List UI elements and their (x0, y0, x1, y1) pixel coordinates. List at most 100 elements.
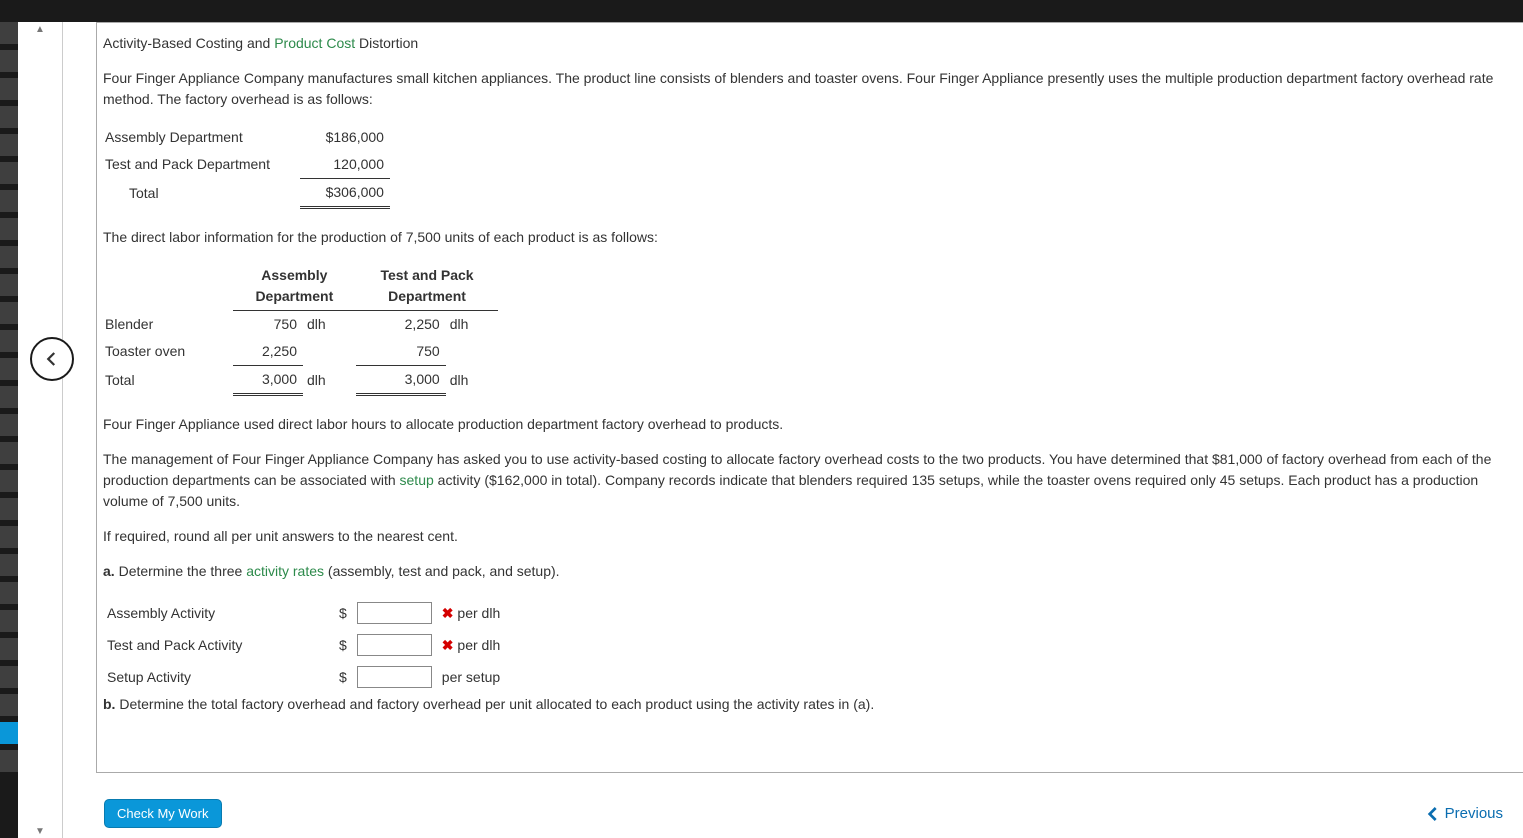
glossary-link[interactable]: setup (400, 472, 434, 488)
answer-row: Assembly Activity $ ✖ per dlh (105, 598, 506, 628)
cell-label: Blender (103, 311, 233, 339)
progress-tick[interactable] (0, 554, 18, 576)
question-b: b. Determine the total factory overhead … (103, 694, 1517, 715)
cell-value: 750 (356, 338, 446, 366)
progress-tick[interactable] (0, 442, 18, 464)
previous-button[interactable]: Previous (1425, 803, 1503, 825)
answer-row: Test and Pack Activity $ ✖ per dlh (105, 630, 506, 660)
table-row: Test and Pack Department 120,000 (103, 151, 390, 179)
answer-label: Test and Pack Activity (105, 630, 335, 660)
progress-tick[interactable] (0, 582, 18, 604)
progress-tick[interactable] (0, 526, 18, 548)
answer-label: Assembly Activity (105, 598, 335, 628)
direct-labor-table: Assembly Department Test and Pack Depart… (103, 262, 498, 396)
cell-value: 3,000 (356, 366, 446, 395)
collapse-sidebar-button[interactable] (30, 337, 74, 381)
question-a: a. Determine the three activity rates (a… (103, 561, 1517, 582)
answer-row: Setup Activity $ per setup (105, 662, 506, 692)
progress-tick[interactable] (0, 302, 18, 324)
currency-symbol: $ (337, 630, 353, 660)
progress-tick[interactable] (0, 638, 18, 660)
progress-tick[interactable] (0, 78, 18, 100)
page-title: Activity-Based Costing and Product Cost … (103, 33, 1517, 54)
bottom-toolbar: Check My Work Previous (96, 788, 1523, 838)
check-my-work-button[interactable]: Check My Work (104, 799, 222, 828)
table-header-row: Assembly Department Test and Pack Depart… (103, 262, 498, 311)
cell-unit: dlh (446, 366, 499, 395)
cell-value: 750 (233, 311, 303, 339)
progress-tick[interactable] (0, 610, 18, 632)
title-text: Distortion (355, 35, 418, 51)
dl-intro-text: The direct labor information for the pro… (103, 227, 1517, 248)
answer-label: Setup Activity (105, 662, 335, 692)
progress-tick[interactable] (0, 50, 18, 72)
setup-rate-input[interactable] (357, 666, 432, 688)
answer-unit: per setup (442, 669, 500, 685)
progress-tick[interactable] (0, 358, 18, 380)
cell-unit: dlh (303, 311, 356, 339)
progress-tick[interactable] (0, 470, 18, 492)
cell-label: Assembly Department (103, 124, 300, 151)
cell-label: Test and Pack Department (103, 151, 300, 179)
cell-value: $186,000 (300, 124, 390, 151)
scroll-down-icon[interactable]: ▼ (18, 824, 62, 838)
progress-tick[interactable] (0, 218, 18, 240)
cell-value: $306,000 (300, 179, 390, 208)
progress-tick[interactable] (0, 330, 18, 352)
progress-tick[interactable] (0, 386, 18, 408)
question-content: Activity-Based Costing and Product Cost … (97, 23, 1523, 739)
title-text: Activity-Based Costing and (103, 35, 274, 51)
answer-unit: per dlh (457, 637, 500, 653)
progress-tick[interactable] (0, 162, 18, 184)
cell-label: Total (103, 179, 300, 208)
cell-value: 120,000 (300, 151, 390, 179)
cell-value: 2,250 (356, 311, 446, 339)
table-row: Total $306,000 (103, 179, 390, 208)
testpack-rate-input[interactable] (357, 634, 432, 656)
chevron-left-icon (1425, 803, 1441, 825)
progress-tick[interactable] (0, 274, 18, 296)
progress-tick[interactable] (0, 134, 18, 156)
previous-label: Previous (1445, 805, 1503, 822)
assembly-rate-input[interactable] (357, 602, 432, 624)
progress-tick-current[interactable] (0, 722, 18, 744)
col-header: Assembly Department (233, 262, 356, 311)
progress-sidebar (0, 22, 18, 838)
cell-unit: dlh (303, 366, 356, 395)
progress-tick[interactable] (0, 694, 18, 716)
glossary-link[interactable]: activity rates (246, 563, 324, 579)
cell-value: 2,250 (233, 338, 303, 366)
intro-text: Four Finger Appliance Company manufactur… (103, 68, 1517, 110)
table-row: Blender 750 dlh 2,250 dlh (103, 311, 498, 339)
app-root: ▲ ▼ Activity-Based Costing and Product C… (0, 0, 1523, 838)
scroll-up-icon[interactable]: ▲ (18, 22, 62, 36)
progress-tick[interactable] (0, 414, 18, 436)
scroll-gutter: ▲ ▼ (18, 22, 63, 838)
top-bar (0, 0, 1523, 22)
progress-tick[interactable] (0, 498, 18, 520)
currency-symbol: $ (337, 598, 353, 628)
progress-tick[interactable] (0, 22, 18, 44)
chevron-left-icon (43, 350, 61, 368)
cell-label: Total (103, 366, 233, 395)
progress-tick[interactable] (0, 106, 18, 128)
wrong-icon: ✖ (442, 637, 454, 653)
col-header: Test and Pack Department (356, 262, 499, 311)
cell-unit: dlh (446, 311, 499, 339)
question-panel: Activity-Based Costing and Product Cost … (96, 22, 1523, 773)
cell-value: 3,000 (233, 366, 303, 395)
paragraph: The management of Four Finger Appliance … (103, 449, 1517, 512)
paragraph: If required, round all per unit answers … (103, 526, 1517, 547)
table-row: Assembly Department $186,000 (103, 124, 390, 151)
table-row: Total 3,000 dlh 3,000 dlh (103, 366, 498, 395)
question-label: a. (103, 563, 115, 579)
progress-tick[interactable] (0, 190, 18, 212)
overhead-table: Assembly Department $186,000 Test and Pa… (103, 124, 390, 209)
progress-tick[interactable] (0, 666, 18, 688)
glossary-link[interactable]: Product Cost (274, 35, 355, 51)
progress-tick[interactable] (0, 246, 18, 268)
table-row: Toaster oven 2,250 750 (103, 338, 498, 366)
answers-table: Assembly Activity $ ✖ per dlh Test and P… (103, 596, 508, 694)
progress-tick[interactable] (0, 750, 18, 772)
answer-unit: per dlh (457, 605, 500, 621)
